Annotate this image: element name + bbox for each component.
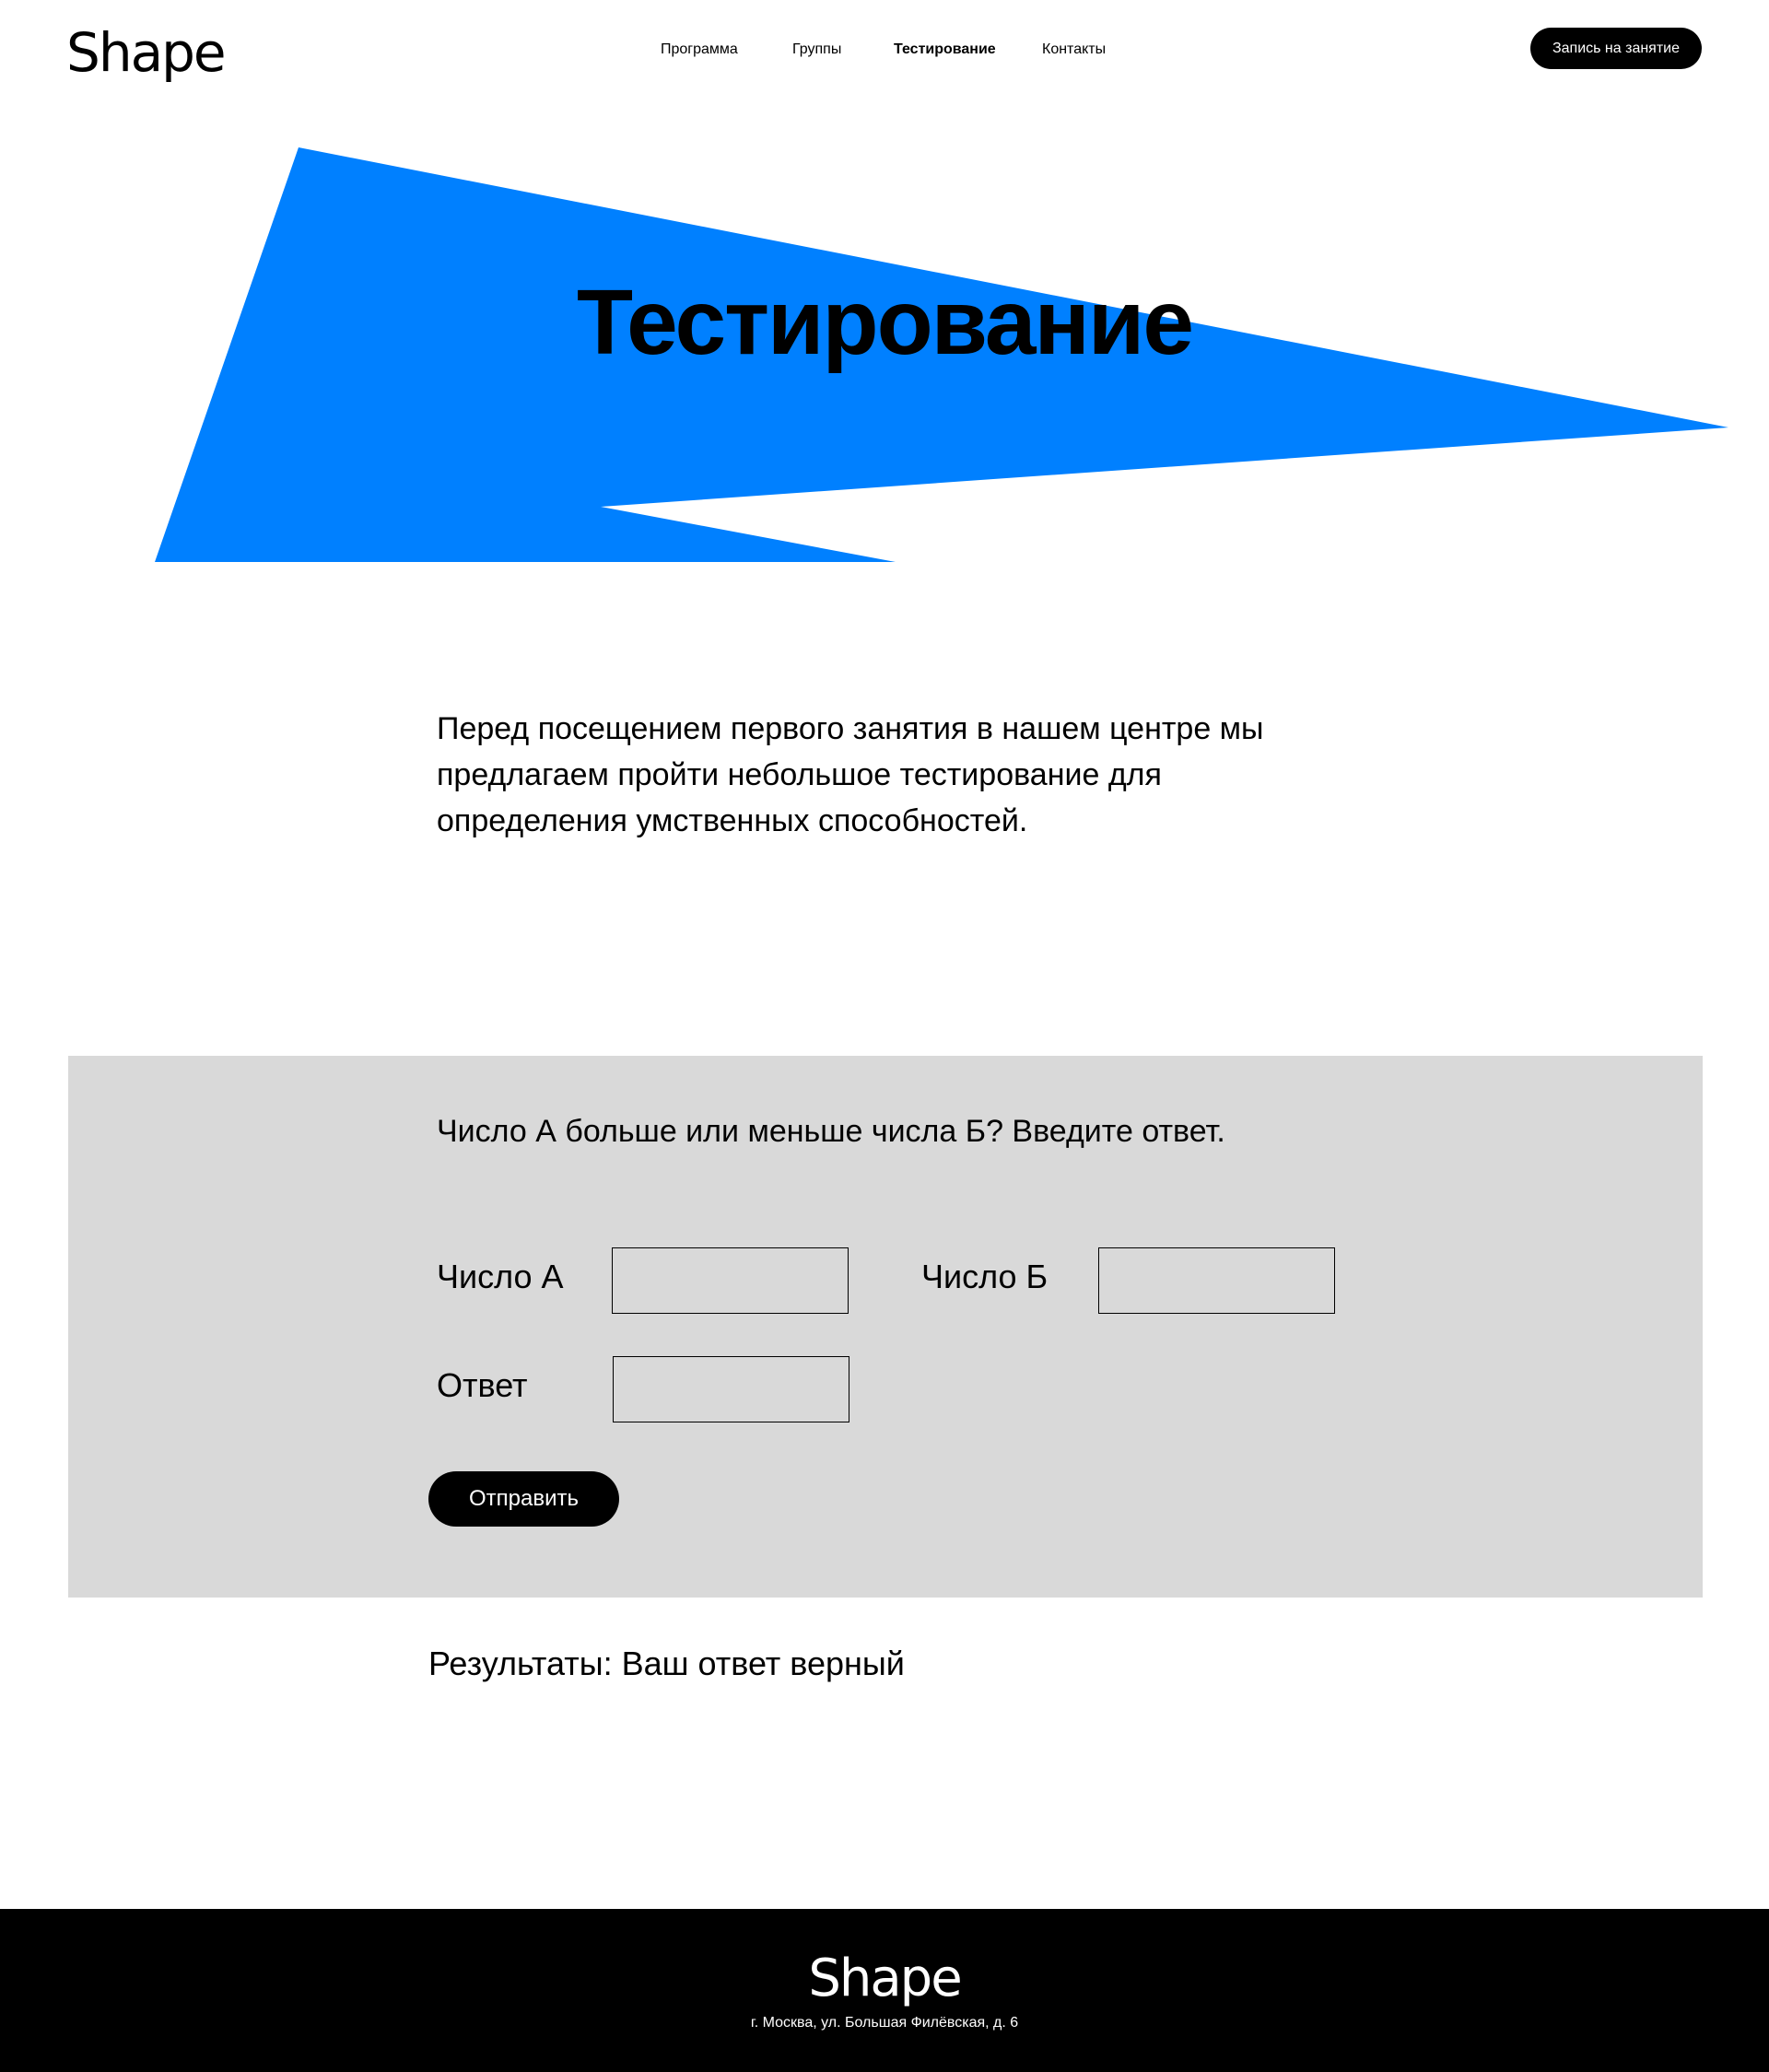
intro-text: Перед посещением первого занятия в нашем… bbox=[437, 711, 1264, 838]
test-panel: Число А больше или меньше числа Б? Введи… bbox=[68, 1056, 1703, 1598]
site-footer: Shape г. Москва, ул. Большая Филёвская, … bbox=[0, 1909, 1769, 2072]
number-b-label: Число Б bbox=[921, 1258, 1049, 1295]
answer-input[interactable] bbox=[613, 1356, 849, 1422]
site-header: Shape Программа Группы Тестирование Конт… bbox=[0, 0, 1769, 100]
number-a-input[interactable] bbox=[612, 1247, 849, 1314]
nav-item-contacts[interactable]: Контакты bbox=[1042, 39, 1106, 61]
number-a-label: Число А bbox=[437, 1258, 564, 1295]
page-title: Тестирование bbox=[577, 271, 1194, 374]
test-question: Число А больше или меньше числа Б? Введи… bbox=[437, 1114, 1225, 1149]
number-b-input[interactable] bbox=[1098, 1247, 1335, 1314]
main-nav: Программа Группы Тестирование Контакты bbox=[0, 39, 1769, 61]
hero: Тестирование bbox=[0, 138, 1769, 571]
submit-button[interactable]: Отправить bbox=[428, 1471, 619, 1527]
footer-address: г. Москва, ул. Большая Филёвская, д. 6 bbox=[750, 2015, 1019, 2031]
signup-button[interactable]: Запись на занятие bbox=[1530, 28, 1702, 69]
answer-label: Ответ bbox=[437, 1366, 528, 1404]
nav-item-testing[interactable]: Тестирование bbox=[894, 39, 996, 61]
footer-logo: Shape bbox=[808, 1949, 962, 2008]
nav-item-groups[interactable]: Группы bbox=[792, 39, 841, 61]
results-text: Результаты: Ваш ответ верный bbox=[428, 1645, 905, 1682]
nav-item-program[interactable]: Программа bbox=[661, 39, 738, 61]
